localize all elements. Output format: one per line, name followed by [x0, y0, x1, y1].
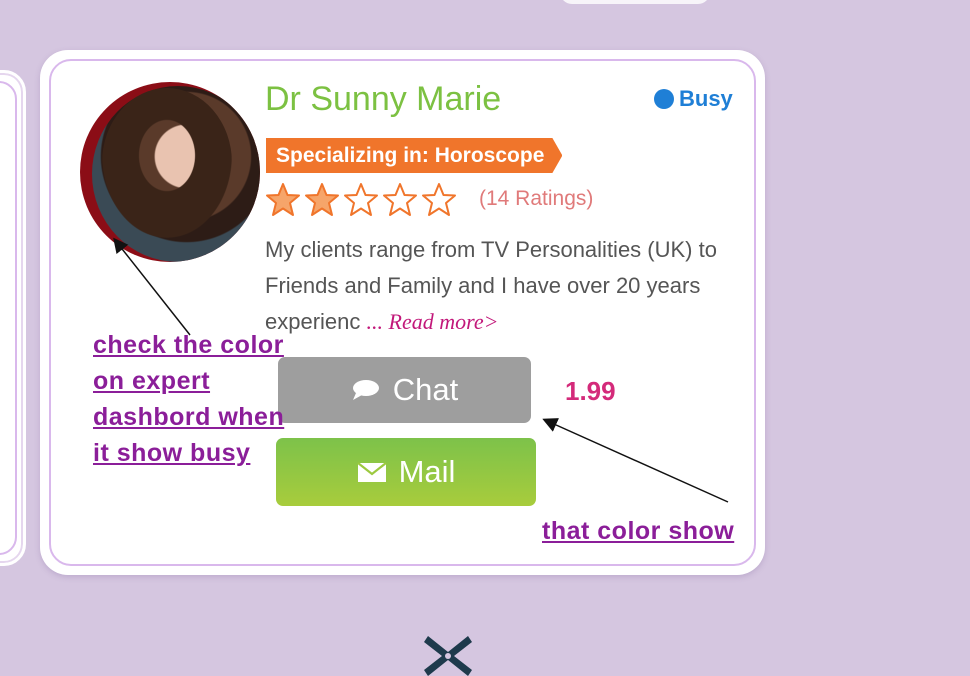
status-dot-icon: [654, 89, 674, 109]
chat-button-label: Chat: [392, 372, 459, 407]
star-empty-icon: [344, 183, 378, 216]
mail-button-label: Mail: [398, 454, 456, 489]
adjacent-card-edge-top: [560, 0, 710, 4]
read-more-link[interactable]: ... Read more>: [367, 309, 499, 334]
close-x-icon[interactable]: [424, 636, 472, 676]
specialty-tag: Specializing in: Horoscope: [266, 138, 562, 173]
expert-name[interactable]: Dr Sunny Marie: [265, 80, 501, 119]
annotation-right: that color show: [542, 517, 735, 545]
annotation-left: check the color on expert dashbord when …: [93, 331, 285, 467]
adjacent-card-left: [0, 70, 26, 566]
expert-bio: My clients range from TV Personalities (…: [265, 232, 735, 340]
status-label: Busy: [679, 86, 733, 111]
star-filled-icon: [266, 183, 300, 216]
star-empty-icon: [383, 183, 417, 216]
avatar-hair-shape: [102, 88, 232, 238]
chat-button[interactable]: Chat: [278, 357, 531, 423]
mail-button[interactable]: Mail: [276, 438, 536, 506]
rating-stars: [265, 182, 457, 218]
chat-bubble-icon: [352, 380, 379, 400]
ratings-count: (14 Ratings): [479, 187, 594, 210]
price-label: 1.99: [565, 376, 616, 406]
envelope-icon: [356, 462, 387, 482]
star-empty-icon: [422, 183, 456, 216]
status-badge: Busy: [654, 86, 733, 112]
star-filled-icon: [305, 183, 339, 216]
expert-avatar[interactable]: [80, 82, 260, 262]
